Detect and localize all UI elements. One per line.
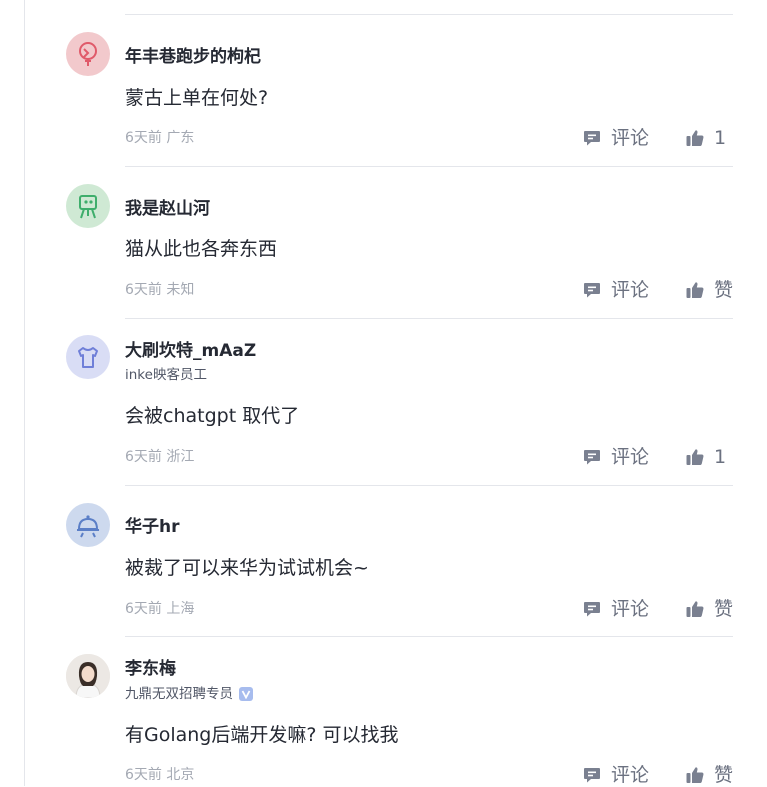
comment-meta: 6天前 北京 [125,765,194,785]
thumbs-up-icon [686,282,704,298]
like-button[interactable]: 赞 [685,278,733,302]
comment-icon [584,768,600,783]
like-label: 赞 [714,279,734,301]
reply-button[interactable]: 评论 [582,126,649,150]
like-button[interactable]: 1 [685,445,726,469]
like-count: 1 [714,127,727,149]
comment-meta: 6天前 浙江 [125,447,194,467]
thumbs-up-icon [686,449,704,465]
divider [125,14,733,15]
reply-button[interactable]: 评论 [582,278,649,302]
job-title: inke映客员工 [125,367,207,383]
reply-label: 评论 [611,127,650,149]
comment-icon [584,283,600,298]
comment-location: 北京 [166,767,195,783]
thumbs-up-icon [686,130,704,146]
thumbs-up-icon [686,767,704,783]
commenter-name[interactable]: 李东梅 [125,658,176,680]
commenter-name[interactable]: 年丰巷跑步的枸杞 [125,46,261,68]
comment-time: 6天前 [125,282,162,298]
like-button[interactable]: 赞 [685,763,733,787]
reply-label: 评论 [611,598,650,620]
like-label: 赞 [714,764,734,786]
comment-text: 蒙古上单在何处? [125,87,269,109]
like-label: 赞 [714,598,734,620]
reply-label: 评论 [611,764,650,786]
reply-label: 评论 [611,446,650,468]
comment-meta: 6天前 广东 [125,128,194,148]
comment-time: 6天前 [125,449,162,465]
like-button[interactable]: 赞 [685,597,733,621]
comment-time: 6天前 [125,601,162,617]
comment-text: 被裁了可以来华为试试机会~ [125,557,369,579]
comment-icon [584,450,600,465]
like-count: 1 [714,446,727,468]
like-button[interactable]: 1 [685,126,726,150]
comment-meta: 6天前 未知 [125,280,194,300]
reply-button[interactable]: 评论 [582,445,649,469]
cloche-avatar-icon[interactable] [66,503,110,547]
reply-label: 评论 [611,279,650,301]
left-border [24,0,25,786]
commenter-title: inke映客员工 [125,366,207,384]
comment-icon [584,602,600,617]
divider [125,636,733,637]
comment-text: 猫从此也各奔东西 [125,238,278,260]
comment-text: 有Golang后端开发嘛? 可以找我 [125,724,399,746]
reply-button[interactable]: 评论 [582,763,649,787]
comment-text: 会被chatgpt 取代了 [125,405,300,427]
reply-button[interactable]: 评论 [582,597,649,621]
commenter-name[interactable]: 华子hr [125,516,180,538]
comment-time: 6天前 [125,130,162,146]
commenter-name[interactable]: 我是赵山河 [125,198,210,220]
comment-meta: 6天前 上海 [125,599,194,619]
commenter-name[interactable]: 大刷坎特_mAaZ [125,340,256,362]
easel-avatar-icon[interactable] [66,184,110,228]
job-title: 九鼎无双招聘专员 [125,686,233,702]
divider [125,166,733,167]
user-photo-avatar[interactable] [66,654,110,698]
comment-time: 6天前 [125,767,162,783]
commenter-title: 九鼎无双招聘专员 [125,685,253,703]
thumbs-up-icon [686,601,704,617]
comment-location: 广东 [166,130,195,146]
shirt-avatar-icon[interactable] [66,335,110,379]
comment-location: 未知 [166,282,195,298]
verified-icon [239,687,253,701]
comment-location: 浙江 [166,449,195,465]
divider [125,318,733,319]
comment-location: 上海 [166,601,195,617]
robot-avatar-icon[interactable] [66,32,110,76]
divider [125,485,733,486]
comment-icon [584,131,600,146]
